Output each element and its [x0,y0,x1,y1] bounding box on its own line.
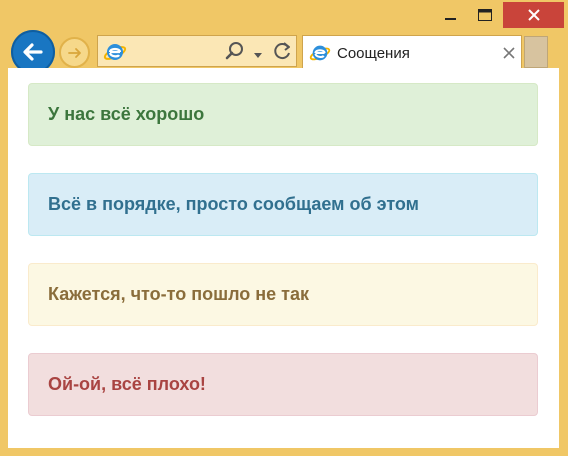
minimize-button[interactable] [436,2,466,28]
page-viewport: У нас всё хорошо Всё в порядке, просто с… [8,68,559,448]
close-icon [527,9,540,21]
minimize-icon [445,18,456,20]
forward-arrow-icon [67,47,81,58]
search-icon[interactable] [224,40,246,67]
address-bar[interactable] [97,35,297,67]
browser-window: Соощения У нас всё хорошо Всё в порядке,… [0,0,568,456]
tab-close-icon[interactable] [503,46,515,64]
alert-info: Всё в порядке, просто сообщаем об этом [28,173,538,236]
maximize-button[interactable] [468,2,502,28]
ie-logo-icon [309,42,331,69]
forward-button[interactable] [59,37,90,68]
alert-warning: Кажется, что-то пошло не так [28,263,538,326]
chevron-down-icon[interactable] [253,47,263,65]
url-input[interactable] [132,41,216,63]
alert-success: У нас всё хорошо [28,83,538,146]
maximize-icon [478,9,492,21]
alert-danger: Ой-ой, всё плохо! [28,353,538,416]
close-window-button[interactable] [503,2,564,28]
tab-title: Соощения [337,45,410,62]
ie-logo-icon [103,40,127,69]
new-tab-button[interactable] [524,36,548,68]
refresh-icon[interactable] [272,40,294,67]
back-arrow-icon [23,43,43,61]
tab-messages[interactable]: Соощения [302,35,522,69]
